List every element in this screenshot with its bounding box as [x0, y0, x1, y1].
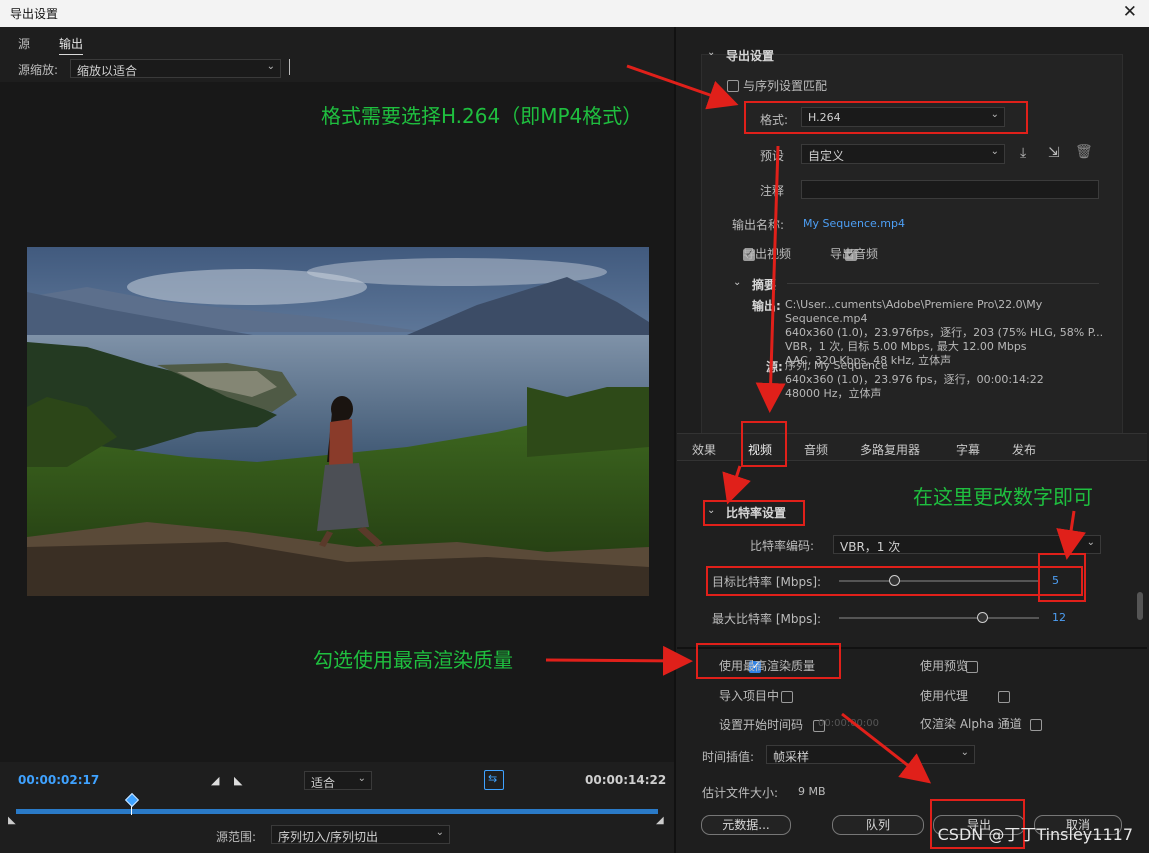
watermark: CSDN @丁丁Tinsley1117	[937, 825, 1133, 844]
arrow-to-bitrate-value	[1056, 510, 1086, 560]
arrow-to-bitrate-section	[722, 465, 751, 505]
arrow-to-format	[626, 64, 739, 110]
arrow-to-render-quality	[545, 645, 693, 676]
annotation-arrows	[545, 64, 1086, 784]
arrow-to-video-tab	[755, 145, 786, 413]
arrow-to-export	[841, 712, 932, 784]
